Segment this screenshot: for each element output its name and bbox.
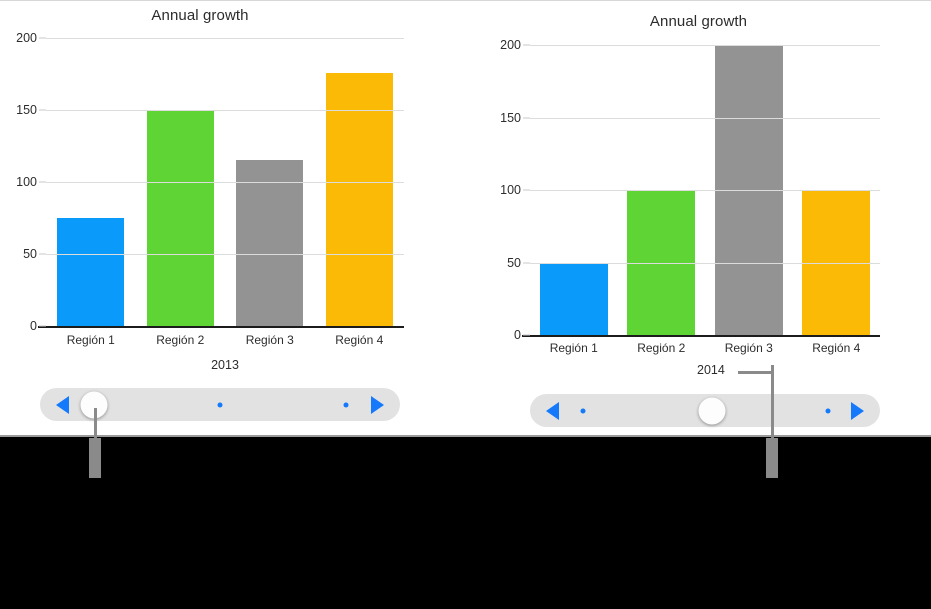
gridline [530, 262, 880, 264]
y-axis-tick-mark [39, 181, 46, 183]
previous-year-arrow-icon[interactable] [56, 395, 69, 414]
x-axis-category-label: Región 2 [637, 341, 686, 355]
x-axis-category-label: Región 1 [549, 341, 598, 355]
chart-panel-2013: Annual growth Región 1 Región 2 Región 3 Re… [0, 0, 440, 437]
slider-thumb[interactable] [698, 397, 726, 424]
y-axis-tick-label: 200 [500, 38, 521, 52]
x-axis-line [38, 326, 404, 328]
y-axis-tick-mark [523, 44, 530, 46]
y-axis-tick-mark [39, 37, 46, 39]
plot-area-left: Región 1 Región 2 Región 3 Región 4 0 50 100 1… [16, 31, 404, 347]
x-axis-title-left: 2013 [211, 358, 239, 372]
y-axis-tick-label: 0 [30, 319, 37, 333]
y-axis-tick-mark [523, 189, 530, 191]
y-axis-tick-mark [523, 262, 530, 263]
slider-stop-dot[interactable] [825, 408, 830, 413]
year-slider-right[interactable] [530, 394, 880, 427]
document-page: Annual growth Región 1 Región 2 Región 3 Re… [0, 0, 931, 437]
slider-pointer-left [89, 438, 101, 478]
slider-pointer-stem-right [771, 365, 774, 438]
bar-1[interactable] [57, 218, 125, 326]
y-axis-tick-label: 50 [507, 255, 521, 270]
x-axis-category-label: Región 2 [156, 333, 205, 347]
gridline [530, 45, 880, 46]
y-axis-tick-mark [523, 334, 530, 336]
x-axis-category-label: Región 1 [66, 333, 115, 347]
y-axis-tick-label: 200 [16, 31, 37, 45]
y-axis-tick-label: 0 [514, 328, 521, 342]
gridline [46, 110, 404, 111]
gridline [46, 38, 404, 39]
y-axis-tick-mark [39, 325, 46, 327]
x-axis-category-label: Región 4 [335, 333, 384, 347]
y-axis-tick-label: 150 [16, 103, 37, 117]
bar-2[interactable] [146, 110, 214, 326]
previous-year-arrow-icon[interactable] [546, 401, 559, 420]
gridline [530, 117, 880, 119]
y-axis-tick-label: 100 [500, 183, 521, 197]
callout-leader-line [738, 371, 773, 374]
slider-stop-dot[interactable] [580, 408, 585, 413]
x-axis-category-label: Región 3 [245, 333, 294, 347]
slider-pointer-right [766, 438, 778, 478]
x-axis-category-label: Región 4 [812, 341, 861, 355]
y-axis-tick-mark [39, 109, 46, 111]
x-axis-category-label: Región 3 [724, 341, 773, 355]
gridline [530, 190, 880, 191]
gridline [46, 254, 404, 255]
page-title-left: Annual growth [151, 7, 249, 24]
slider-stop-dot[interactable] [217, 402, 223, 407]
slider-pointer-stem-left [94, 408, 97, 438]
next-year-arrow-icon[interactable] [851, 401, 864, 420]
x-axis-line [522, 335, 880, 337]
plot-area-right: Región 1 Región 2 Región 3 Región 4 0 50 100 1… [500, 38, 880, 355]
y-axis-tick-label: 150 [500, 110, 521, 125]
y-axis-tick-label: 100 [16, 175, 37, 189]
x-axis-title-right: 2014 [697, 363, 725, 377]
y-axis-tick-mark [523, 117, 530, 118]
y-axis-tick-mark [39, 253, 46, 255]
gridline [46, 182, 404, 183]
page-title-right: Annual growth [649, 13, 748, 30]
bar-3[interactable] [236, 160, 304, 326]
bar-1[interactable] [539, 262, 608, 335]
next-year-arrow-icon[interactable] [371, 395, 384, 414]
slider-stop-dot[interactable] [343, 402, 349, 407]
y-axis-tick-label: 50 [23, 247, 37, 261]
